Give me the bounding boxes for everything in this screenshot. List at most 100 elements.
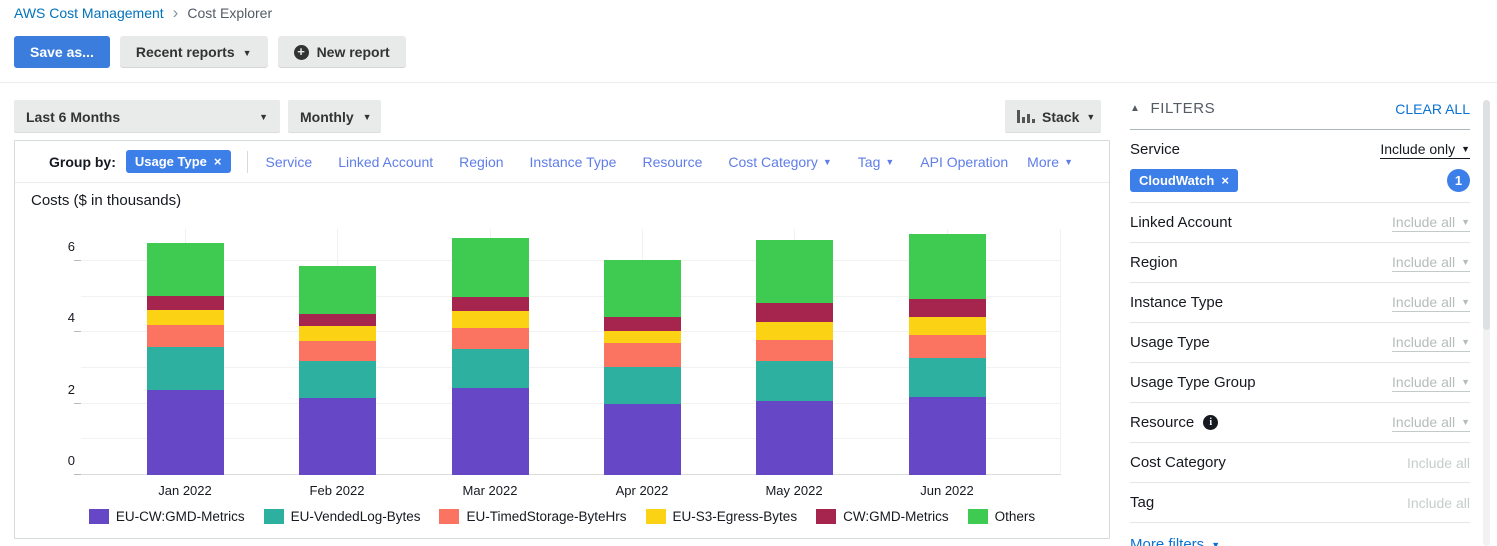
close-icon[interactable]: ×	[214, 155, 222, 168]
y-tick-label: 2	[67, 381, 75, 397]
filter-mode-select[interactable]: Include all	[1407, 495, 1470, 511]
legend-swatch	[967, 509, 988, 524]
bar-segment-others[interactable]	[451, 237, 529, 298]
chart-style-select[interactable]: Stack ▼	[1005, 100, 1101, 133]
chevron-down-icon: ▼	[1461, 144, 1470, 154]
granularity-select[interactable]: Monthly ▼	[288, 100, 381, 133]
bar-segment-eu-cw-gmd-metrics[interactable]	[908, 397, 986, 475]
divider	[246, 150, 248, 173]
bar-segment-eu-timedstorage-bytehrs[interactable]	[908, 334, 986, 358]
group-by-link-instance-type[interactable]: Instance Type	[530, 154, 617, 170]
bar-segment-eu-cw-gmd-metrics[interactable]	[755, 401, 833, 475]
legend-item-cw-gmd-metrics[interactable]: CW:GMD-Metrics	[816, 509, 949, 524]
bar-segment-others[interactable]	[146, 243, 224, 297]
x-tick-label: Mar 2022	[462, 483, 518, 498]
scrollbar-thumb[interactable]	[1483, 100, 1490, 330]
bar-segment-eu-s3-egress-bytes[interactable]	[603, 331, 681, 343]
bar-segment-eu-vendedlog-bytes[interactable]	[908, 357, 986, 398]
legend-item-eu-cw-gmd-metrics[interactable]: EU-CW:GMD-Metrics	[88, 509, 245, 524]
new-report-label: New report	[316, 44, 390, 60]
filter-mode-select[interactable]: Include all ▼	[1392, 254, 1470, 272]
group-by-link-region[interactable]: Region	[459, 154, 503, 170]
bar-segment-eu-timedstorage-bytehrs[interactable]	[146, 325, 224, 348]
scrollbar[interactable]	[1483, 100, 1490, 546]
bar-segment-eu-s3-egress-bytes[interactable]	[755, 322, 833, 340]
filter-mode-select[interactable]: Include all ▼	[1392, 374, 1470, 392]
group-by-link-resource[interactable]: Resource	[642, 154, 702, 170]
bar-segment-cw-gmd-metrics[interactable]	[755, 302, 833, 323]
legend-item-eu-vendedlog-bytes[interactable]: EU-VendedLog-Bytes	[263, 509, 420, 524]
chevron-down-icon: ▼	[1461, 417, 1470, 427]
chevron-down-icon: ▼	[1461, 257, 1470, 267]
group-by-link-api-operation[interactable]: API Operation	[920, 154, 1008, 170]
group-by-link-cost-category[interactable]: Cost Category ▼	[728, 154, 831, 170]
bar-segment-eu-cw-gmd-metrics[interactable]	[146, 390, 224, 475]
filter-mode-label: Include all	[1392, 213, 1456, 230]
filter-row-region: Region Include all ▼	[1130, 243, 1470, 283]
info-icon[interactable]: i	[1203, 415, 1219, 430]
new-report-button[interactable]: + New report	[277, 36, 406, 68]
bar-segment-others[interactable]	[908, 233, 986, 299]
group-by-link-tag[interactable]: Tag ▼	[858, 154, 895, 170]
bar-segment-cw-gmd-metrics[interactable]	[298, 313, 376, 327]
filter-mode-select[interactable]: Include all	[1407, 455, 1470, 471]
bar-segment-eu-s3-egress-bytes[interactable]	[146, 310, 224, 326]
bar-segment-eu-timedstorage-bytehrs[interactable]	[298, 341, 376, 362]
filter-mode-select[interactable]: Include only ▼	[1380, 141, 1470, 159]
bar-segment-eu-vendedlog-bytes[interactable]	[146, 347, 224, 391]
bar-segment-others[interactable]	[298, 266, 376, 314]
filter-mode-select[interactable]: Include all ▼	[1392, 414, 1470, 432]
bar-segment-cw-gmd-metrics[interactable]	[603, 317, 681, 332]
breadcrumb-current: Cost Explorer	[187, 5, 273, 21]
toolbar: Save as... Recent reports ▼ + New report	[14, 36, 406, 68]
bar-segment-eu-cw-gmd-metrics[interactable]	[451, 388, 529, 475]
legend-item-eu-s3-egress-bytes[interactable]: EU-S3-Egress-Bytes	[645, 509, 797, 524]
bar-segment-cw-gmd-metrics[interactable]	[451, 297, 529, 312]
collapse-triangle-icon: ▲	[1130, 103, 1141, 114]
gridline	[1060, 229, 1061, 475]
bar-segment-eu-timedstorage-bytehrs[interactable]	[451, 327, 529, 349]
bar-segment-eu-s3-egress-bytes[interactable]	[908, 317, 986, 335]
date-range-select[interactable]: Last 6 Months ▼	[14, 100, 280, 133]
bar-segment-eu-vendedlog-bytes[interactable]	[755, 360, 833, 402]
group-by-selected-pill[interactable]: Usage Type ×	[125, 150, 231, 173]
close-icon[interactable]: ×	[1221, 174, 1229, 187]
bar-segment-eu-vendedlog-bytes[interactable]	[451, 348, 529, 389]
filter-tag-cloudwatch[interactable]: CloudWatch ×	[1130, 169, 1238, 192]
legend-item-eu-timedstorage-bytehrs[interactable]: EU-TimedStorage-ByteHrs	[439, 509, 627, 524]
bar-segment-others[interactable]	[755, 240, 833, 303]
bar-segment-eu-cw-gmd-metrics[interactable]	[603, 404, 681, 475]
bar-segment-others[interactable]	[603, 259, 681, 318]
bar-segment-eu-vendedlog-bytes[interactable]	[298, 361, 376, 398]
bar-segment-cw-gmd-metrics[interactable]	[146, 296, 224, 311]
bar-segment-eu-cw-gmd-metrics[interactable]	[298, 397, 376, 475]
y-tick-label: 6	[67, 239, 75, 255]
filter-mode-select[interactable]: Include all ▼	[1392, 294, 1470, 312]
filter-mode-select[interactable]: Include all ▼	[1392, 214, 1470, 232]
chart-title: Costs ($ in thousands)	[31, 192, 182, 209]
bar-segment-eu-vendedlog-bytes[interactable]	[603, 367, 681, 405]
y-tick-mark	[74, 260, 81, 262]
chevron-down-icon: ▼	[242, 47, 252, 58]
group-by-link-service[interactable]: Service	[266, 154, 313, 170]
x-tick-label: Apr 2022	[615, 483, 669, 498]
filters-title-label: FILTERS	[1150, 100, 1216, 117]
bar-segment-eu-s3-egress-bytes[interactable]	[298, 326, 376, 342]
legend-item-others[interactable]: Others	[967, 509, 1035, 524]
filter-mode-select[interactable]: Include all ▼	[1392, 334, 1470, 352]
bar-segment-eu-s3-egress-bytes[interactable]	[451, 311, 529, 328]
more-filters-link[interactable]: More filters ▼	[1130, 536, 1220, 546]
group-by-link-linked-account[interactable]: Linked Account	[338, 154, 433, 170]
filters-title[interactable]: ▲ FILTERS	[1130, 100, 1215, 117]
bar-segment-cw-gmd-metrics[interactable]	[908, 298, 986, 318]
breadcrumb-link-cost-management[interactable]: AWS Cost Management	[14, 5, 164, 21]
save-as-button[interactable]: Save as...	[14, 36, 110, 68]
bar-segment-eu-timedstorage-bytehrs[interactable]	[755, 339, 833, 361]
clear-all-link[interactable]: CLEAR ALL	[1395, 101, 1470, 117]
group-by-more-link[interactable]: More ▼	[1027, 154, 1073, 170]
filter-label: Service	[1130, 141, 1181, 158]
chevron-down-icon: ▼	[1461, 297, 1470, 307]
filter-mode-label: Include all	[1392, 373, 1456, 390]
recent-reports-button[interactable]: Recent reports ▼	[119, 36, 268, 68]
bar-segment-eu-timedstorage-bytehrs[interactable]	[603, 342, 681, 367]
